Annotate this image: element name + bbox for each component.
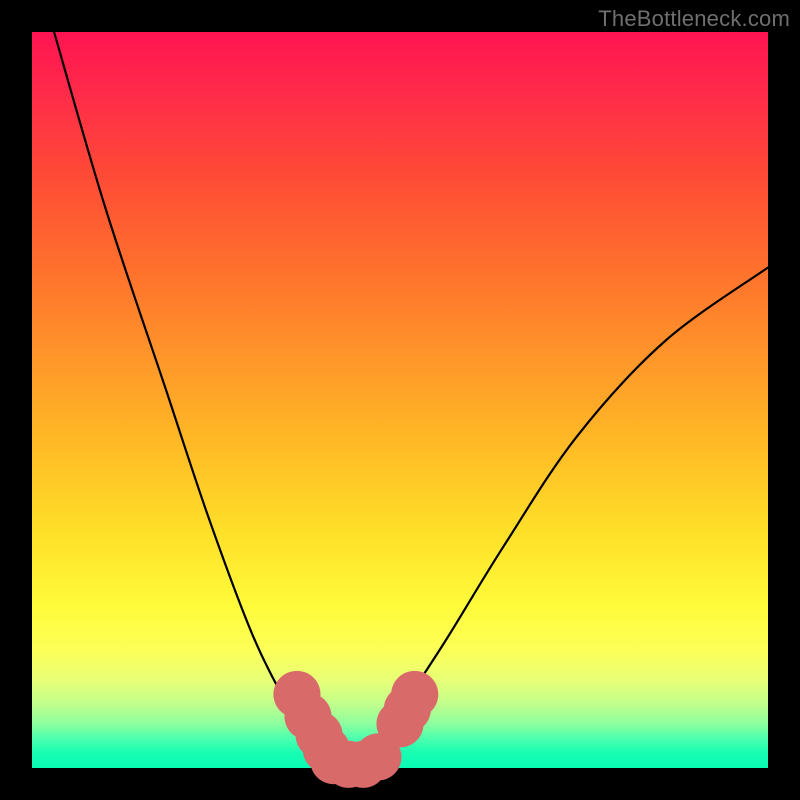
bottleneck-curve [54,32,768,768]
plot-area [32,32,768,768]
marker-dot [391,671,438,718]
optimal-zone-markers [273,671,438,788]
curve-layer [32,32,768,768]
chart-frame: TheBottleneck.com [0,0,800,800]
watermark-text: TheBottleneck.com [598,6,790,32]
